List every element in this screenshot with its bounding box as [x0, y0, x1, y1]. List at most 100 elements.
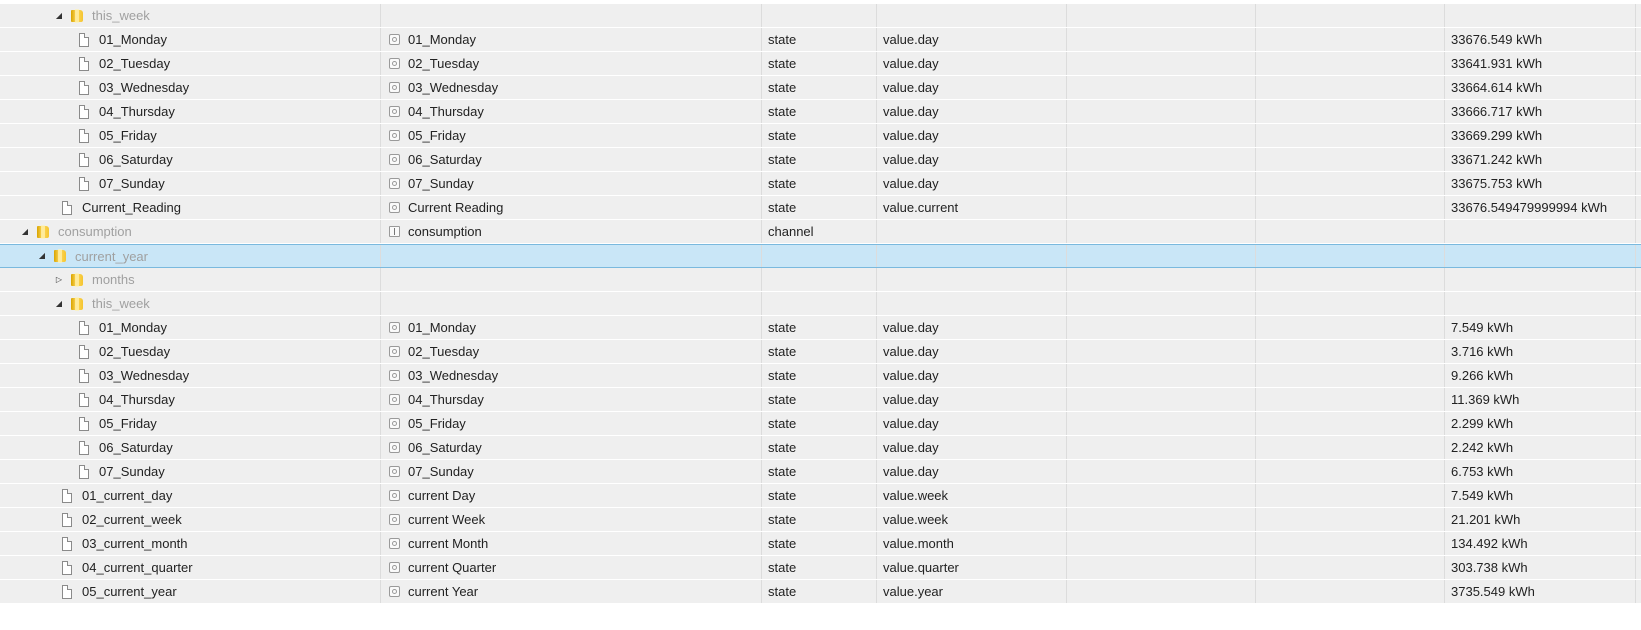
tree-row-02-tuesday[interactable]: 02_Tuesday 02_Tuesday state value.day 3.716 … [0, 340, 1641, 364]
state-icon [389, 586, 400, 597]
room-cell[interactable] [1067, 484, 1256, 507]
function-cell[interactable] [1256, 484, 1445, 507]
tree-row-01-monday[interactable]: 01_Monday 01_Monday state value.day 33676.54… [0, 28, 1641, 52]
object-name-label: current Quarter [408, 560, 497, 575]
tree-row-06-saturday[interactable]: 06_Saturday 06_Saturday state value.day 3367… [0, 148, 1641, 172]
room-cell[interactable] [1067, 52, 1256, 75]
function-cell[interactable] [1256, 388, 1445, 411]
room-cell[interactable] [1067, 388, 1256, 411]
tree-row-06-saturday[interactable]: 06_Saturday 06_Saturday state value.day 2.24… [0, 436, 1641, 460]
room-cell[interactable] [1067, 340, 1256, 363]
function-cell[interactable] [1256, 220, 1445, 243]
function-cell[interactable] [1256, 28, 1445, 51]
state-icon [389, 34, 400, 45]
triangle-expanded-icon[interactable]: ◢ [20, 227, 30, 237]
room-cell[interactable] [1067, 100, 1256, 123]
function-cell[interactable] [1256, 364, 1445, 387]
function-cell[interactable] [1256, 4, 1445, 27]
object-id-label: 04_Thursday [99, 104, 175, 119]
room-cell[interactable] [1067, 28, 1256, 51]
tree-row-03-wednesday[interactable]: 03_Wednesday 03_Wednesday state value.day 9.… [0, 364, 1641, 388]
tree-row-05-friday[interactable]: 05_Friday 05_Friday state value.day 33669.29… [0, 124, 1641, 148]
room-cell[interactable] [1067, 4, 1256, 27]
room-cell[interactable] [1067, 148, 1256, 171]
triangle-expanded-icon[interactable]: ◢ [54, 11, 64, 21]
function-cell[interactable] [1256, 76, 1445, 99]
tree-row-current-year[interactable]: ◢ current_year [0, 244, 1641, 268]
row-end [1636, 436, 1641, 459]
tree-row-07-sunday[interactable]: 07_Sunday 07_Sunday state value.day 6.753 kW… [0, 460, 1641, 484]
function-cell[interactable] [1256, 148, 1445, 171]
tree-row-04-thursday[interactable]: 04_Thursday 04_Thursday state value.day 3366… [0, 100, 1641, 124]
folder-icon [36, 224, 50, 239]
role-cell: value.quarter [877, 556, 1067, 579]
function-cell[interactable] [1256, 100, 1445, 123]
function-cell[interactable] [1256, 340, 1445, 363]
role-cell: value.day [877, 28, 1067, 51]
tree-row-01-current-day[interactable]: 01_current_day current Day state value.week… [0, 484, 1641, 508]
tree-row-05-current-year[interactable]: 05_current_year current Year state value.ye… [0, 580, 1641, 604]
tree-row-03-wednesday[interactable]: 03_Wednesday 03_Wednesday state value.day 33… [0, 76, 1641, 100]
room-cell[interactable] [1067, 196, 1256, 219]
function-cell[interactable] [1256, 316, 1445, 339]
tree-row-05-friday[interactable]: 05_Friday 05_Friday state value.day 2.299 kW… [0, 412, 1641, 436]
tree-row-months[interactable]: ▷ months [0, 268, 1641, 292]
tree-row-current-reading[interactable]: Current_Reading Current Reading state value… [0, 196, 1641, 220]
function-cell[interactable] [1256, 52, 1445, 75]
triangle-expanded-icon[interactable]: ◢ [54, 299, 64, 309]
tree-row-01-monday[interactable]: 01_Monday 01_Monday state value.day 7.549 kW… [0, 316, 1641, 340]
function-cell[interactable] [1256, 556, 1445, 579]
row-end [1636, 556, 1641, 579]
triangle-collapsed-icon[interactable]: ▷ [54, 275, 64, 285]
room-cell[interactable] [1067, 364, 1256, 387]
tree-row-this-week[interactable]: ◢ this_week [0, 4, 1641, 28]
function-cell[interactable] [1256, 292, 1445, 315]
file-icon [79, 320, 89, 335]
room-cell[interactable] [1067, 76, 1256, 99]
tree-row-02-current-week[interactable]: 02_current_week current Week state value.we… [0, 508, 1641, 532]
tree-row-this-week[interactable]: ◢ this_week [0, 292, 1641, 316]
tree-row-07-sunday[interactable]: 07_Sunday 07_Sunday state value.day 33675.75… [0, 172, 1641, 196]
room-cell[interactable] [1067, 460, 1256, 483]
function-cell[interactable] [1256, 460, 1445, 483]
function-cell[interactable] [1256, 508, 1445, 531]
object-name-label: Current Reading [408, 200, 504, 215]
state-icon [389, 202, 400, 213]
file-icon [79, 344, 89, 359]
value-cell: 3735.549 kWh [1445, 580, 1636, 603]
room-cell[interactable] [1067, 316, 1256, 339]
tree-row-04-thursday[interactable]: 04_Thursday 04_Thursday state value.day 11.3… [0, 388, 1641, 412]
room-cell[interactable] [1067, 508, 1256, 531]
function-cell[interactable] [1256, 580, 1445, 603]
room-cell[interactable] [1067, 268, 1256, 291]
tree-row-02-tuesday[interactable]: 02_Tuesday 02_Tuesday state value.day 33641.… [0, 52, 1641, 76]
room-cell[interactable] [1067, 172, 1256, 195]
room-cell[interactable] [1067, 412, 1256, 435]
room-cell[interactable] [1067, 245, 1256, 267]
room-cell[interactable] [1067, 220, 1256, 243]
name-cell: current Month [381, 532, 762, 555]
room-cell[interactable] [1067, 532, 1256, 555]
function-cell[interactable] [1256, 245, 1445, 267]
type-cell: state [762, 172, 877, 195]
room-cell[interactable] [1067, 292, 1256, 315]
tree-row-03-current-month[interactable]: 03_current_month current Month state value.… [0, 532, 1641, 556]
role-cell: value.day [877, 412, 1067, 435]
function-cell[interactable] [1256, 172, 1445, 195]
value-cell: 21.201 kWh [1445, 508, 1636, 531]
triangle-expanded-icon[interactable]: ◢ [37, 251, 47, 261]
role-cell [877, 4, 1067, 27]
function-cell[interactable] [1256, 532, 1445, 555]
function-cell[interactable] [1256, 124, 1445, 147]
function-cell[interactable] [1256, 412, 1445, 435]
room-cell[interactable] [1067, 124, 1256, 147]
room-cell[interactable] [1067, 580, 1256, 603]
room-cell[interactable] [1067, 556, 1256, 579]
function-cell[interactable] [1256, 268, 1445, 291]
function-cell[interactable] [1256, 436, 1445, 459]
id-cell: 04_Thursday [0, 388, 381, 411]
tree-row-consumption[interactable]: ◢ consumption consumption channel [0, 220, 1641, 244]
room-cell[interactable] [1067, 436, 1256, 459]
function-cell[interactable] [1256, 196, 1445, 219]
tree-row-04-current-quarter[interactable]: 04_current_quarter current Quarter state va… [0, 556, 1641, 580]
